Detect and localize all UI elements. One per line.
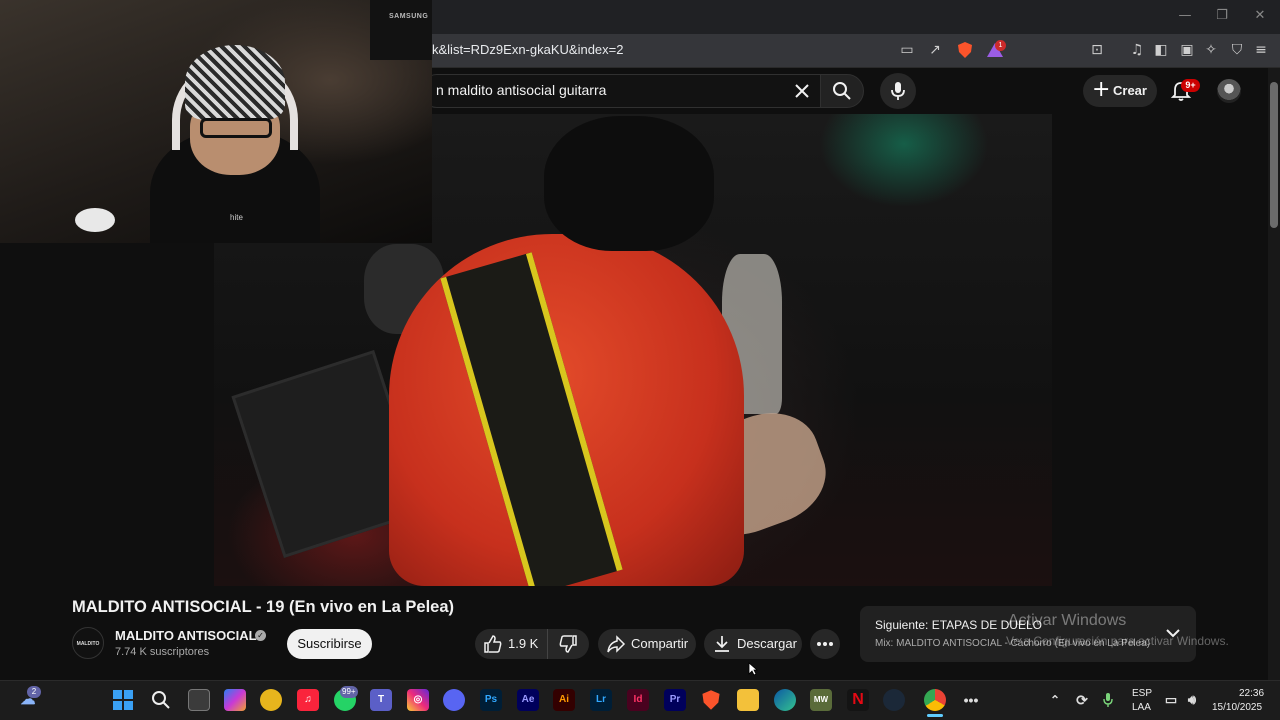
- install-app-icon[interactable]: ▭: [898, 41, 916, 59]
- keyboard-layout-indicator[interactable]: LAA: [1132, 702, 1151, 713]
- wallet-icon[interactable]: ▣: [1178, 41, 1196, 59]
- download-icon: [715, 636, 729, 652]
- apple-music-icon[interactable]: ♫: [297, 689, 319, 711]
- thumbs-up-icon: [484, 635, 502, 653]
- language-indicator[interactable]: ESP: [1132, 688, 1152, 699]
- tray-chevron-up-icon[interactable]: ⌃: [1044, 689, 1066, 711]
- activate-windows-subtitle: Ve a Configuración para activar Windows.: [1006, 634, 1229, 648]
- rewards-badge: 1: [995, 40, 1006, 51]
- brave-shield-icon[interactable]: [956, 41, 974, 59]
- clock-time[interactable]: 22:36: [1239, 688, 1264, 699]
- subscriber-count: 7.74 K suscriptores: [115, 646, 210, 658]
- screenshot-icon[interactable]: ⊡: [1088, 41, 1106, 59]
- webcam-overlay: SAMSUNG hite: [0, 0, 432, 243]
- close-window-icon[interactable]: ✕: [1252, 8, 1268, 24]
- teams-icon[interactable]: T: [370, 689, 392, 711]
- illustrator-icon[interactable]: Ai: [553, 689, 575, 711]
- windows-start-icon[interactable]: [113, 690, 133, 710]
- network-icon[interactable]: ▭: [1160, 689, 1182, 711]
- restore-icon[interactable]: ❐: [1214, 8, 1230, 24]
- clock-date[interactable]: 15/10/2025: [1212, 702, 1262, 713]
- plus-icon: +: [1092, 77, 1111, 102]
- microphone-icon: [891, 82, 905, 100]
- share-arrow-icon: [607, 635, 626, 653]
- indesign-icon[interactable]: Id: [627, 689, 649, 711]
- volume-icon[interactable]: 🔊︎: [1181, 689, 1203, 711]
- steam-icon[interactable]: [883, 689, 905, 711]
- copilot-icon[interactable]: [224, 689, 246, 711]
- webcam-shirt-text: hite: [230, 213, 243, 222]
- discord-icon[interactable]: [443, 689, 465, 711]
- sidebar-icon[interactable]: ◧: [1152, 41, 1170, 59]
- after-effects-icon[interactable]: Ae: [517, 689, 539, 711]
- chevron-down-icon[interactable]: [1166, 628, 1180, 638]
- widgets-badge: 2: [27, 686, 41, 698]
- app-icon[interactable]: [260, 689, 282, 711]
- brave-browser-icon[interactable]: [700, 689, 722, 711]
- account-avatar[interactable]: [1217, 79, 1241, 103]
- instagram-icon[interactable]: ◎: [407, 689, 429, 711]
- subscribe-button[interactable]: Suscribirse: [287, 629, 372, 659]
- activate-windows-title: Activar Windows: [1008, 612, 1127, 629]
- url-text[interactable]: k&list=RDz9Exn-gkaKU&index=2: [432, 42, 623, 57]
- file-explorer-icon[interactable]: [737, 689, 759, 711]
- music-icon[interactable]: ♫: [1128, 41, 1146, 59]
- search-query-text[interactable]: n maldito antisocial guitarra: [436, 82, 606, 98]
- more-apps-icon[interactable]: •••: [960, 689, 982, 711]
- premiere-icon[interactable]: Pr: [664, 689, 686, 711]
- chrome-icon[interactable]: [924, 689, 946, 711]
- video-guitarist-head: [544, 116, 714, 251]
- menu-icon[interactable]: ≡: [1252, 41, 1270, 59]
- leo-ai-icon[interactable]: ✧: [1202, 41, 1220, 59]
- thumbs-down-icon: [559, 635, 577, 653]
- notifications-badge: 9+: [1181, 79, 1200, 92]
- vpn-icon[interactable]: ⛉: [1228, 41, 1246, 59]
- mouse-cursor-icon: [748, 662, 758, 676]
- whatsapp-badge: 99+: [340, 686, 358, 698]
- minimize-icon[interactable]: —: [1177, 8, 1193, 24]
- taskbar-search-icon[interactable]: [151, 690, 171, 710]
- clear-search-icon[interactable]: [794, 83, 810, 99]
- scrollbar-thumb[interactable]: [1270, 82, 1278, 228]
- video-title: MALDITO ANTISOCIAL - 19 (En vivo en La P…: [72, 598, 455, 616]
- webcam-beanie: [185, 45, 285, 120]
- search-icon: [833, 82, 851, 100]
- share-page-icon[interactable]: ↗: [926, 41, 944, 59]
- photoshop-icon[interactable]: Ps: [480, 689, 502, 711]
- edge-icon[interactable]: [774, 689, 796, 711]
- active-app-indicator: [927, 714, 943, 717]
- verified-icon: ✓: [255, 630, 266, 641]
- webcam-monitor-label: SAMSUNG: [389, 13, 429, 20]
- channel-name-link[interactable]: MALDITO ANTISOCIAL: [115, 628, 257, 643]
- more-horizontal-icon: [817, 642, 833, 646]
- webcam-glasses: [200, 118, 272, 138]
- webcam-mouse: [75, 208, 115, 232]
- lightroom-icon[interactable]: Lr: [590, 689, 612, 711]
- webcam-monitor: [370, 0, 432, 60]
- channel-avatar[interactable]: MALDITO ANTISOCIAL: [72, 627, 104, 659]
- task-view-icon[interactable]: [188, 689, 210, 711]
- netflix-icon[interactable]: N: [847, 689, 869, 711]
- tray-microphone-icon[interactable]: [1102, 692, 1114, 708]
- sync-icon[interactable]: ⟳: [1071, 689, 1093, 711]
- mw-game-icon[interactable]: MW: [810, 689, 832, 711]
